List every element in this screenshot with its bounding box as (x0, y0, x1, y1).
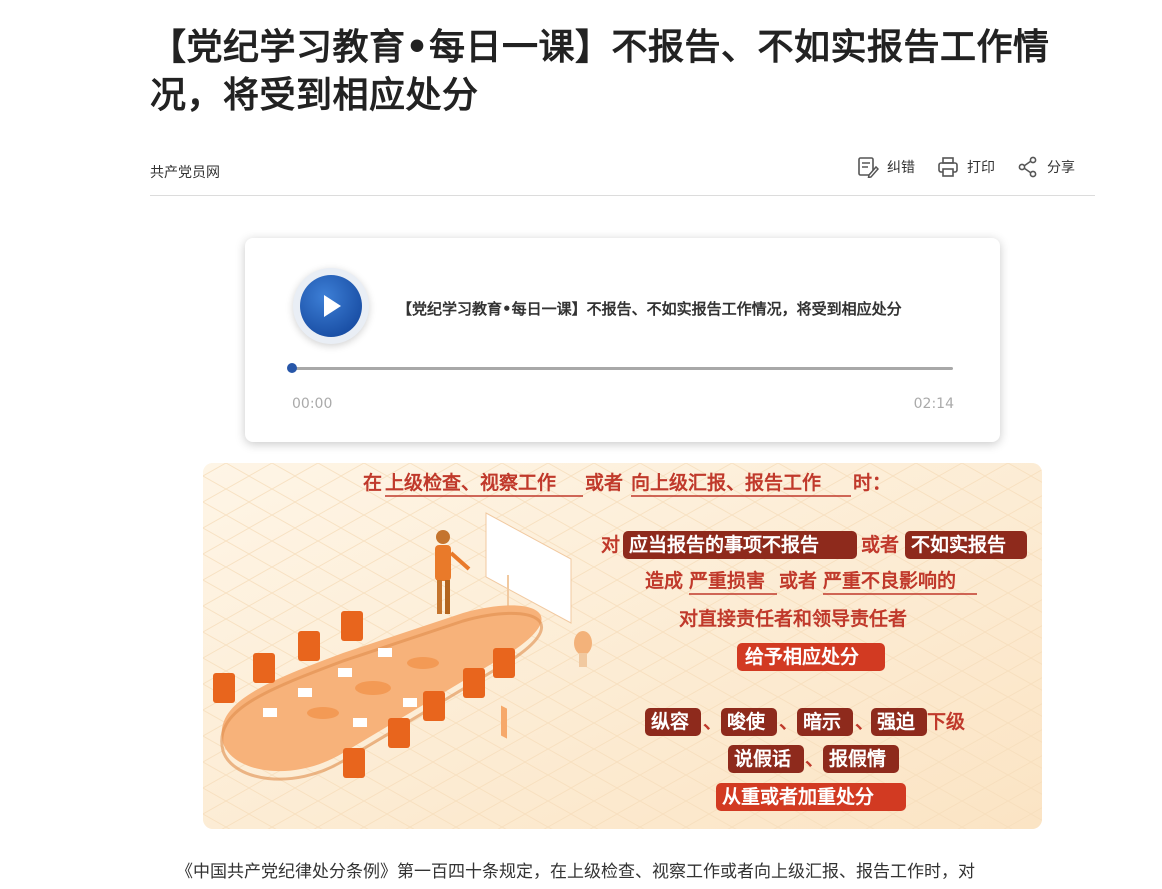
share-button[interactable]: 分享 (1017, 156, 1075, 178)
header-mid: 或者 (585, 471, 623, 494)
line2-prefix: 造成 (645, 569, 683, 592)
correct-label: 纠错 (887, 160, 915, 176)
correct-button[interactable]: 纠错 (857, 156, 915, 178)
audio-progress-bar[interactable] (287, 363, 953, 373)
audio-total-time: 02:14 (913, 396, 954, 412)
line3-text: 对直接责任者和领导责任者 (679, 607, 907, 630)
line1-prefix: 对 (601, 533, 620, 556)
infographic-illustration: 在 上级检查、视察工作 或者 向上级汇报、报告工作 时： 对 应当报告的事项不报… (203, 463, 1042, 829)
header-part2: 向上级汇报、报告工作 (631, 471, 821, 494)
rule-line-6: 说假话 、 报假情 (728, 745, 899, 773)
line5-suffix: 下级 (927, 710, 965, 733)
audio-current-time: 00:00 (292, 396, 333, 412)
header-part1: 上级检查、视察工作 (385, 471, 556, 494)
audio-player: 【党纪学习教育•每日一课】不报告、不如实报告工作情况，将受到相应处分 00:00… (245, 238, 1000, 442)
line2-part1: 严重损害 (689, 569, 765, 592)
line5-tag2: 唆使 (727, 710, 766, 733)
line2-part2: 严重不良影响的 (823, 569, 956, 592)
play-button[interactable] (293, 268, 369, 344)
article-title: 【党纪学习教育•每日一课】不报告、不如实报告工作情况，将受到相应处分 (150, 27, 1050, 116)
play-icon (324, 295, 341, 317)
article-body-paragraph: 《中国共产党纪律处分条例》第一百四十条规定，在上级检查、视察工作或者向上级汇报、… (176, 862, 975, 882)
line2-mid: 或者 (779, 569, 817, 592)
rule-line-2: 造成 严重损害 或者 严重不良影响的 (645, 569, 977, 595)
rule-line-1: 对 应当报告的事项不报告 或者 不如实报告 (601, 531, 1027, 559)
line5-tag1: 纵容 (651, 710, 689, 733)
article-source: 共产党员网 (150, 165, 220, 181)
line1-mid: 或者 (861, 533, 899, 556)
line6-sep: 、 (805, 748, 824, 770)
edit-note-icon (858, 157, 879, 178)
play-button-disc (300, 275, 362, 337)
line5-tag4: 强迫 (877, 710, 915, 733)
print-button[interactable]: 打印 (937, 156, 995, 178)
infographic-image: 在 上级检查、视察工作 或者 向上级汇报、报告工作 时： 对 应当报告的事项不报… (203, 463, 1042, 829)
share-icon (1018, 156, 1037, 178)
line7-text: 从重或者加重处分 (722, 785, 874, 808)
audio-progress-knob[interactable] (287, 363, 297, 373)
share-label: 分享 (1047, 160, 1075, 176)
line1-tag1: 应当报告的事项不报告 (629, 533, 819, 556)
article-meta-bar: 共产党员网 纠错 打印 分享 (150, 150, 1095, 196)
line5-tag3: 暗示 (803, 710, 841, 733)
printer-icon (938, 157, 958, 177)
line1-tag2: 不如实报告 (911, 533, 1006, 556)
header-suffix: 时： (853, 472, 891, 494)
header-prefix: 在 (363, 471, 382, 494)
article-toolbar: 纠错 打印 分享 (835, 156, 1075, 178)
line5-sep1: 、 (703, 711, 722, 733)
print-label: 打印 (967, 160, 995, 176)
rule-line-5: 纵容 、 唆使 、 暗示 、 强迫 下级 (645, 708, 965, 736)
line6-tag2: 报假情 (829, 747, 886, 770)
line4-text: 给予相应处分 (745, 645, 859, 668)
line5-sep2: 、 (779, 711, 798, 733)
line6-tag1: 说假话 (734, 747, 791, 770)
audio-title: 【党纪学习教育•每日一课】不报告、不如实报告工作情况，将受到相应处分 (397, 300, 902, 318)
